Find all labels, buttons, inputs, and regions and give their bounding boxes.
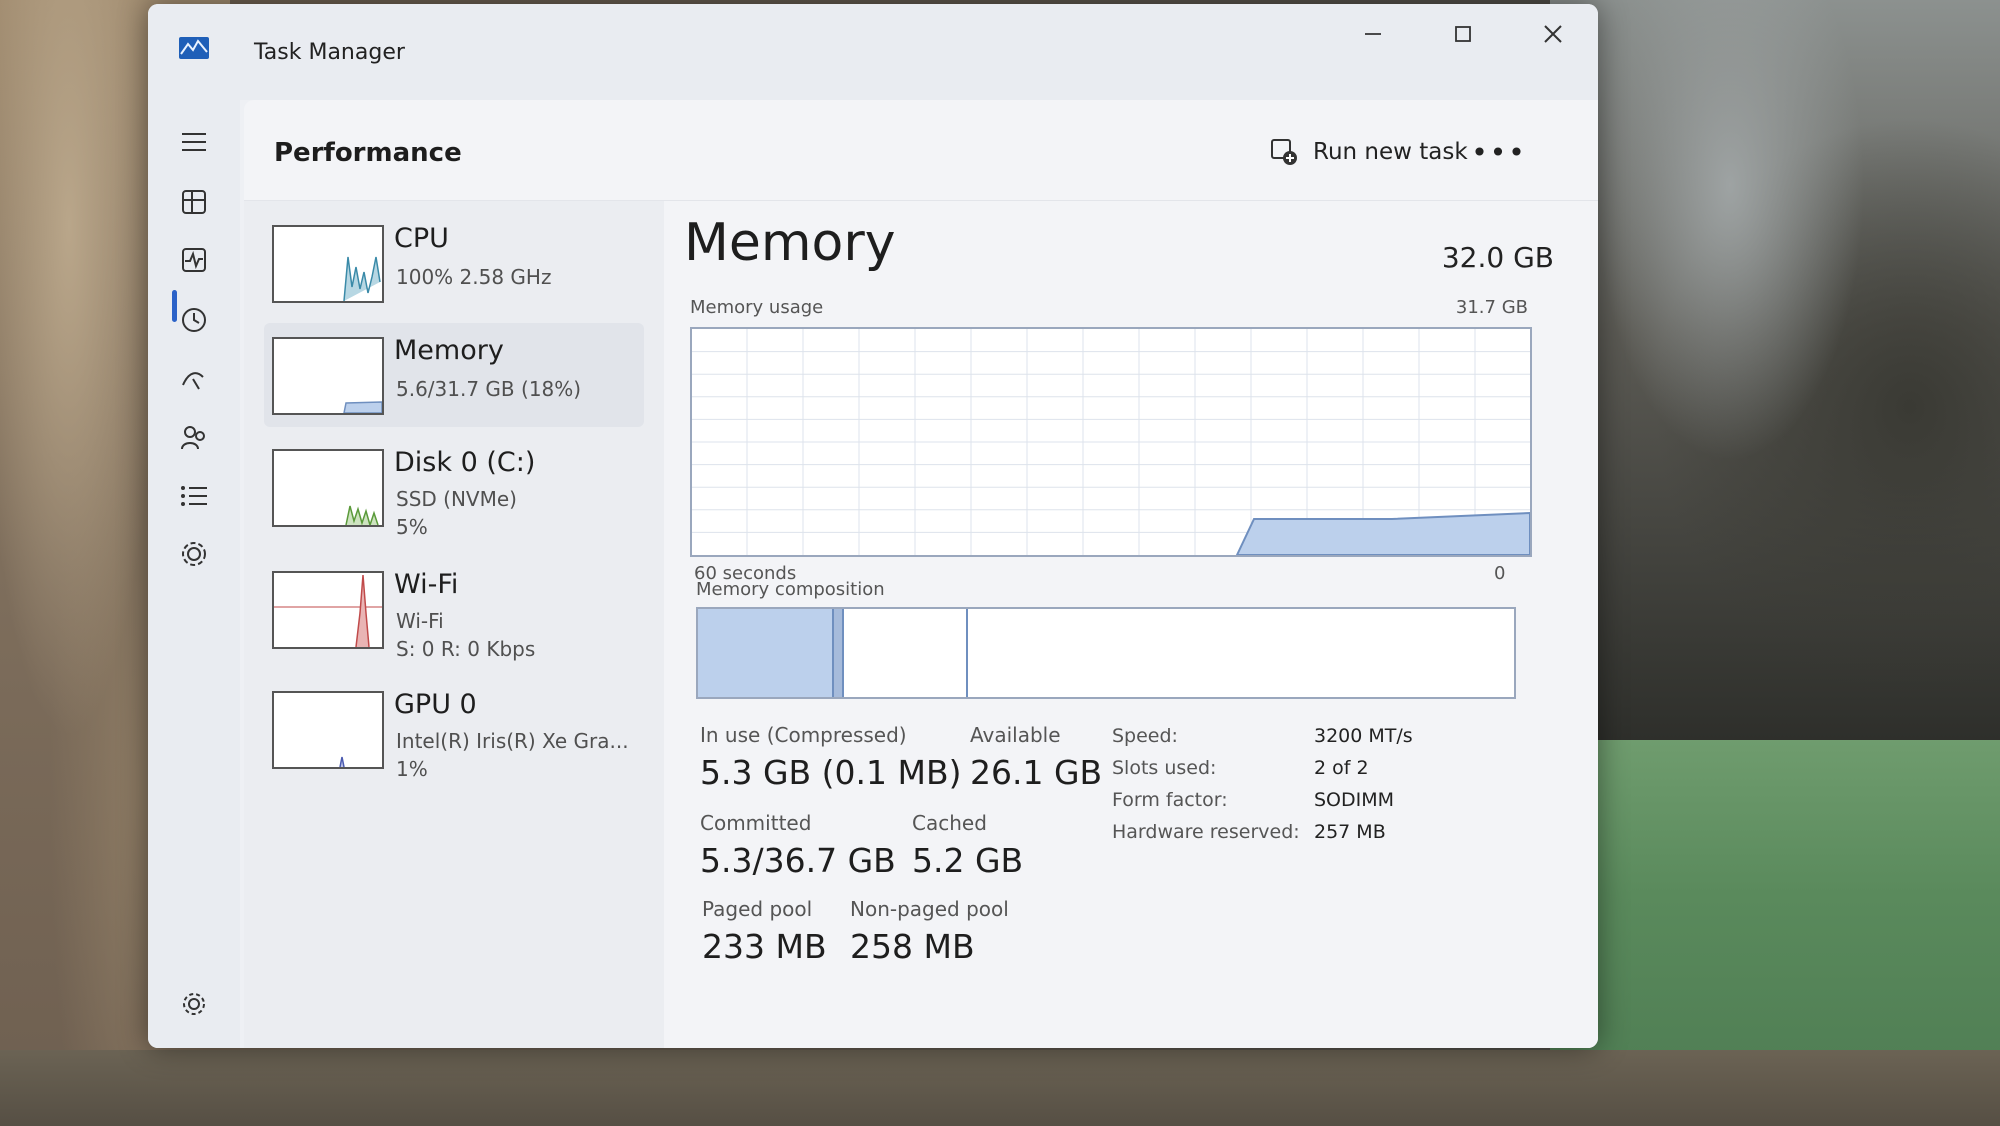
composition-in-use-segment[interactable] — [698, 609, 834, 697]
device-detail: Intel(R) Iris(R) Xe Gra... — [396, 729, 629, 753]
device-name: CPU — [394, 223, 449, 254]
memory-composition-bar — [696, 607, 1516, 699]
device-list: CPU 100% 2.58 GHz Memory 5.6/31.7 GB (18… — [244, 201, 664, 1048]
non-paged-pool-value: 258 MB — [850, 927, 975, 966]
memory-composition-label: Memory composition — [696, 579, 885, 600]
nav-processes[interactable] — [166, 178, 222, 226]
more-options-button[interactable]: ••• — [1471, 130, 1525, 174]
in-use-value: 5.3 GB (0.1 MB) — [700, 753, 962, 792]
device-name: GPU 0 — [394, 689, 477, 720]
nav-services[interactable] — [166, 530, 222, 578]
form-factor-label: Form factor: — [1112, 789, 1228, 811]
device-name: Wi-Fi — [394, 569, 459, 600]
device-detail: 100% 2.58 GHz — [396, 265, 552, 289]
run-task-icon — [1271, 139, 1297, 165]
memory-total: 32.0 GB — [1441, 241, 1554, 274]
device-name: Disk 0 (C:) — [394, 447, 536, 478]
cached-value: 5.2 GB — [912, 841, 1024, 880]
committed-value: 5.3/36.7 GB — [700, 841, 896, 880]
memory-usage-area — [1235, 511, 1531, 556]
nav-users[interactable] — [166, 414, 222, 462]
maximize-button[interactable] — [1428, 14, 1498, 54]
in-use-label: In use (Compressed) — [700, 723, 907, 747]
desktop-background-mountains — [1550, 0, 2000, 740]
services-icon — [182, 542, 206, 566]
committed-label: Committed — [700, 811, 812, 835]
paged-pool-label: Paged pool — [702, 897, 813, 921]
maximize-icon — [1455, 26, 1471, 42]
cpu-thumbnail-graph — [272, 225, 384, 303]
nav-menu-button[interactable] — [166, 118, 222, 166]
processes-icon — [182, 190, 206, 214]
details-icon — [181, 486, 207, 506]
main-content: Performance Run new task ••• CPU 100% 2.… — [244, 100, 1598, 1048]
device-item-wifi[interactable]: Wi-Fi Wi-Fi S: 0 R: 0 Kbps — [264, 557, 644, 661]
nav-settings[interactable] — [166, 980, 222, 1028]
nav-startup-apps[interactable] — [166, 356, 222, 404]
device-item-gpu[interactable]: GPU 0 Intel(R) Iris(R) Xe Gra... 1% — [264, 677, 644, 781]
speed-label: Speed: — [1112, 725, 1178, 747]
gpu-thumbnail-graph — [272, 691, 384, 769]
close-button[interactable] — [1518, 14, 1588, 54]
form-factor-value: SODIMM — [1314, 789, 1395, 811]
window-title: Task Manager — [254, 40, 405, 65]
run-new-task-button[interactable]: Run new task — [1269, 130, 1468, 174]
device-name: Memory — [394, 335, 504, 366]
memory-usage-max: 31.7 GB — [1455, 297, 1528, 318]
disk-thumbnail-graph — [272, 449, 384, 527]
device-detail-2: 5% — [396, 515, 428, 539]
device-item-memory[interactable]: Memory 5.6/31.7 GB (18%) — [264, 323, 644, 427]
device-detail-2: 1% — [396, 757, 428, 781]
composition-standby-segment[interactable] — [844, 609, 968, 697]
users-icon — [181, 426, 205, 450]
memory-title: Memory — [684, 213, 896, 273]
task-manager-window: Task Manager Performance Run new task ••… — [148, 4, 1598, 1048]
memory-usage-label: Memory usage — [690, 297, 824, 318]
task-manager-app-icon — [179, 37, 209, 59]
performance-icon — [182, 248, 206, 272]
speed-value: 3200 MT/s — [1314, 725, 1413, 747]
settings-icon — [183, 993, 205, 1015]
memory-usage-graph-svg — [692, 329, 1531, 556]
device-detail-2: S: 0 R: 0 Kbps — [396, 637, 536, 661]
wifi-thumbnail-graph — [272, 571, 384, 649]
slots-used-label: Slots used: — [1112, 757, 1217, 779]
graph-time-right-label: 0 — [1494, 563, 1506, 584]
device-item-cpu[interactable]: CPU 100% 2.58 GHz — [264, 211, 644, 315]
page-title: Performance — [274, 138, 462, 168]
hardware-reserved-label: Hardware reserved: — [1112, 821, 1300, 843]
device-detail: Wi-Fi — [396, 609, 444, 633]
menu-icon — [182, 133, 206, 151]
navigation-sidebar — [148, 100, 240, 1048]
non-paged-pool-label: Non-paged pool — [850, 897, 1009, 921]
composition-modified-segment[interactable] — [834, 609, 844, 697]
nav-app-history[interactable] — [166, 296, 222, 344]
minimize-button[interactable] — [1338, 14, 1408, 54]
desktop-background-bottom — [0, 1050, 2000, 1126]
available-label: Available — [970, 723, 1061, 747]
nav-details[interactable] — [166, 472, 222, 520]
paged-pool-value: 233 MB — [702, 927, 827, 966]
available-value: 26.1 GB — [970, 753, 1103, 792]
startup-apps-icon — [182, 372, 204, 390]
device-detail: 5.6/31.7 GB (18%) — [396, 377, 582, 401]
slots-used-value: 2 of 2 — [1314, 757, 1369, 779]
hardware-reserved-value: 257 MB — [1314, 821, 1386, 843]
device-detail: SSD (NVMe) — [396, 487, 517, 511]
memory-usage-graph — [690, 327, 1532, 557]
close-icon — [1544, 25, 1562, 43]
minimize-icon — [1365, 33, 1381, 35]
nav-performance[interactable] — [166, 236, 222, 284]
title-bar[interactable]: Task Manager — [148, 4, 1598, 100]
app-history-icon — [182, 308, 206, 332]
memory-thumbnail-graph — [272, 337, 384, 415]
run-new-task-label: Run new task — [1313, 139, 1468, 165]
device-item-disk[interactable]: Disk 0 (C:) SSD (NVMe) 5% — [264, 435, 644, 539]
memory-detail-panel: Memory 32.0 GB Memory usage 31.7 GB 60 s… — [684, 201, 1584, 1048]
cached-label: Cached — [912, 811, 987, 835]
